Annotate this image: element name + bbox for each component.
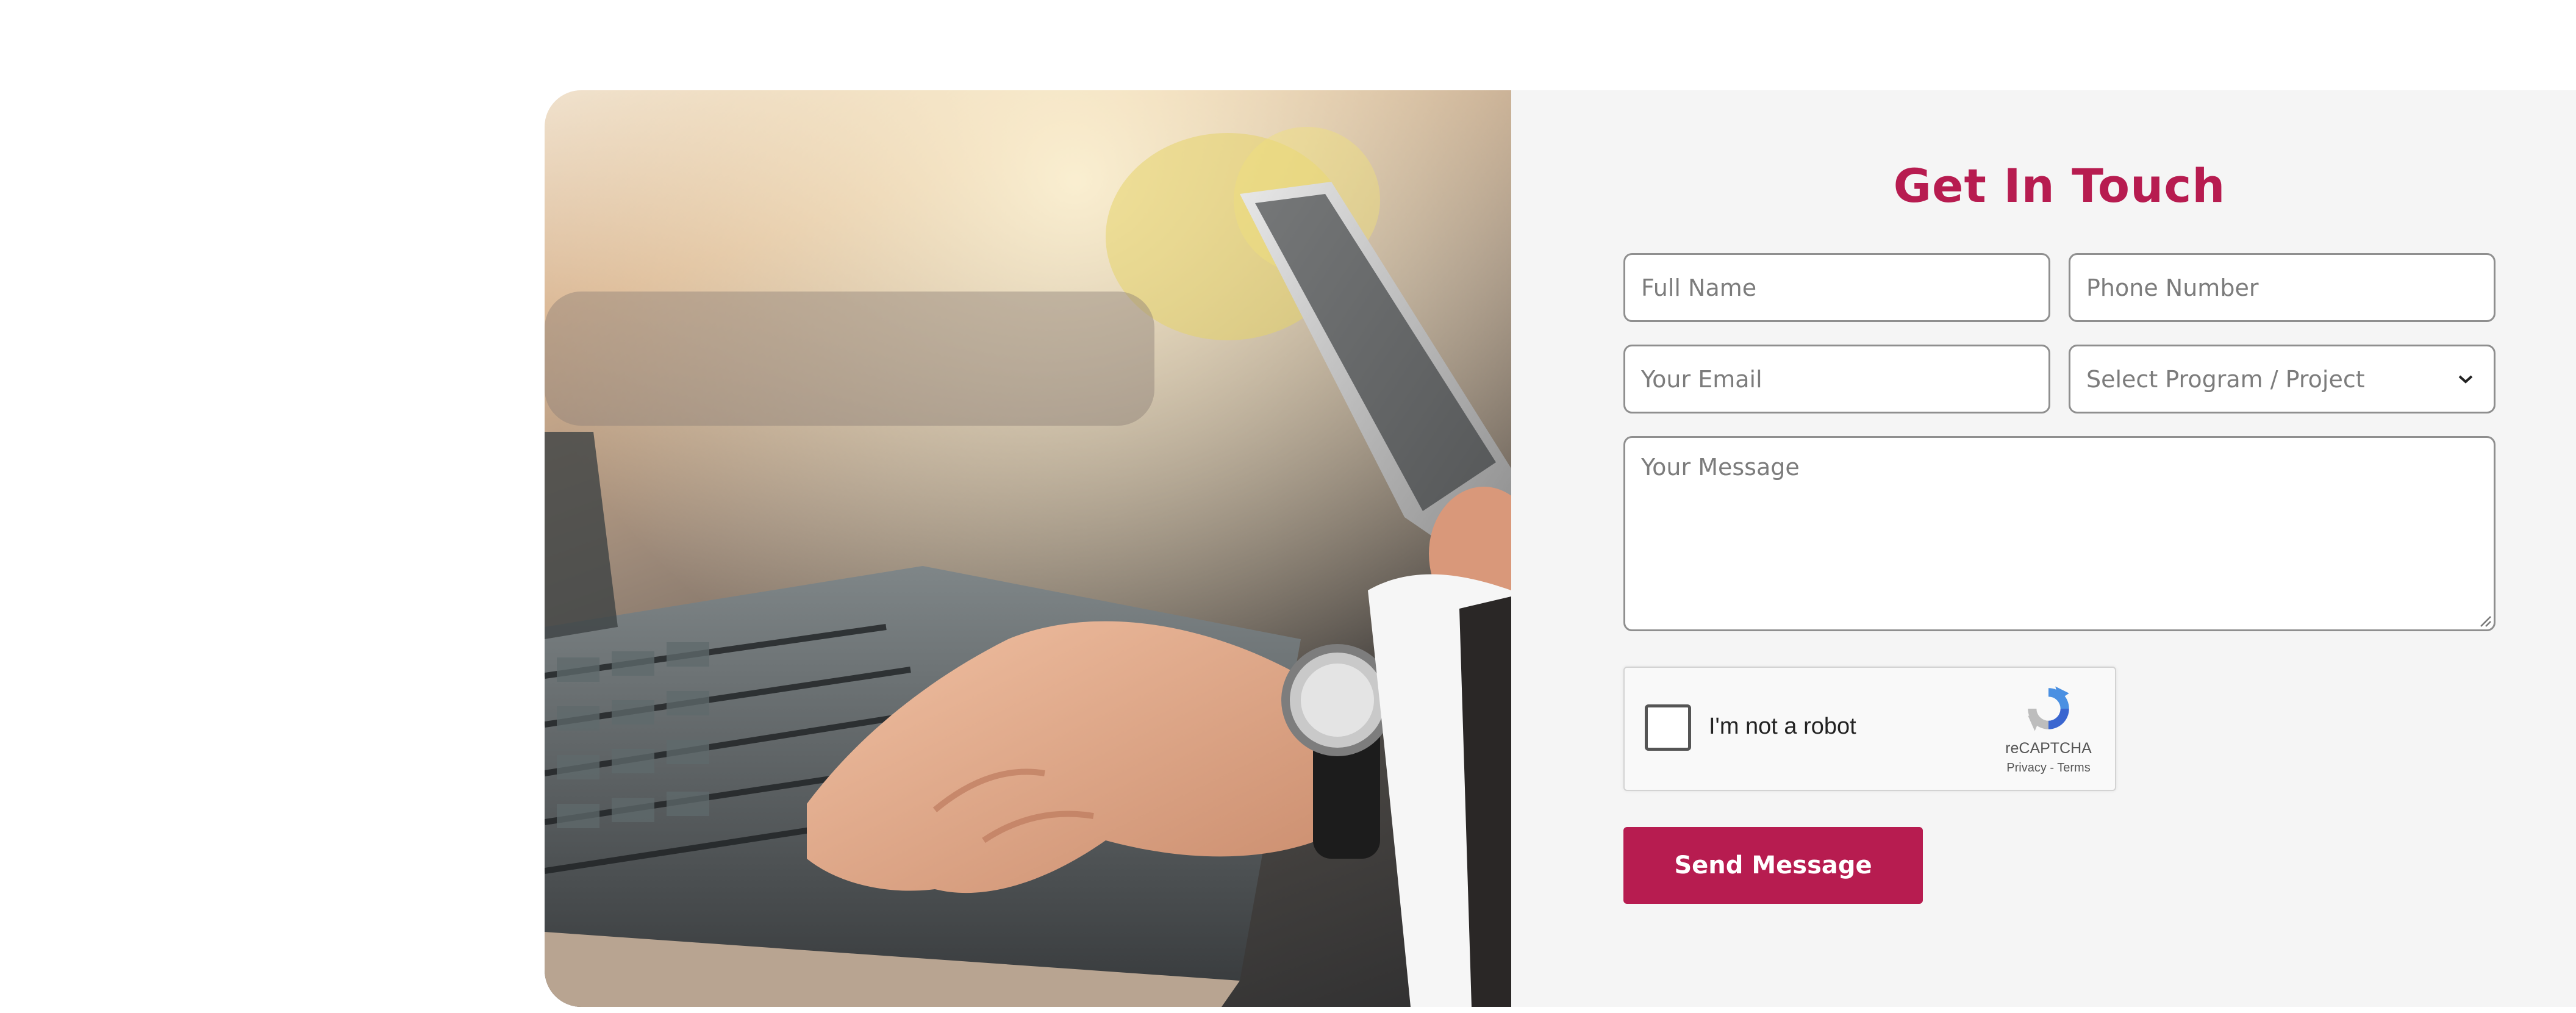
contact-form-panel: Get In Touch Select Program / Project I'… — [1511, 90, 2576, 1007]
hero-photo — [545, 90, 1511, 1007]
recaptcha-icon — [2028, 686, 2069, 731]
send-message-button[interactable]: Send Message — [1623, 827, 1923, 904]
form-title: Get In Touch — [1893, 159, 2226, 213]
program-select[interactable]: Select Program / Project — [2069, 345, 2496, 413]
program-select-value: Select Program / Project — [2086, 365, 2365, 393]
contact-card: Get In Touch Select Program / Project I'… — [545, 90, 2576, 1007]
laptop-typing-illustration — [545, 90, 1511, 1007]
recaptcha-privacy-terms[interactable]: Privacy - Terms — [2003, 761, 2094, 775]
phone-number-input[interactable] — [2069, 253, 2496, 322]
message-textarea[interactable] — [1623, 436, 2496, 631]
recaptcha-widget: I'm not a robot reCAPTCHA Privacy - Term… — [1623, 667, 2116, 791]
resize-grip-icon[interactable] — [2477, 613, 2492, 628]
full-name-input[interactable] — [1623, 253, 2050, 322]
recaptcha-checkbox[interactable] — [1645, 704, 1691, 751]
chevron-down-icon — [2453, 367, 2478, 392]
recaptcha-label: I'm not a robot — [1709, 714, 1856, 739]
recaptcha-logo: reCAPTCHA Privacy - Terms — [2003, 681, 2094, 779]
recaptcha-brand: reCAPTCHA — [2005, 740, 2092, 757]
email-input[interactable] — [1623, 345, 2050, 413]
